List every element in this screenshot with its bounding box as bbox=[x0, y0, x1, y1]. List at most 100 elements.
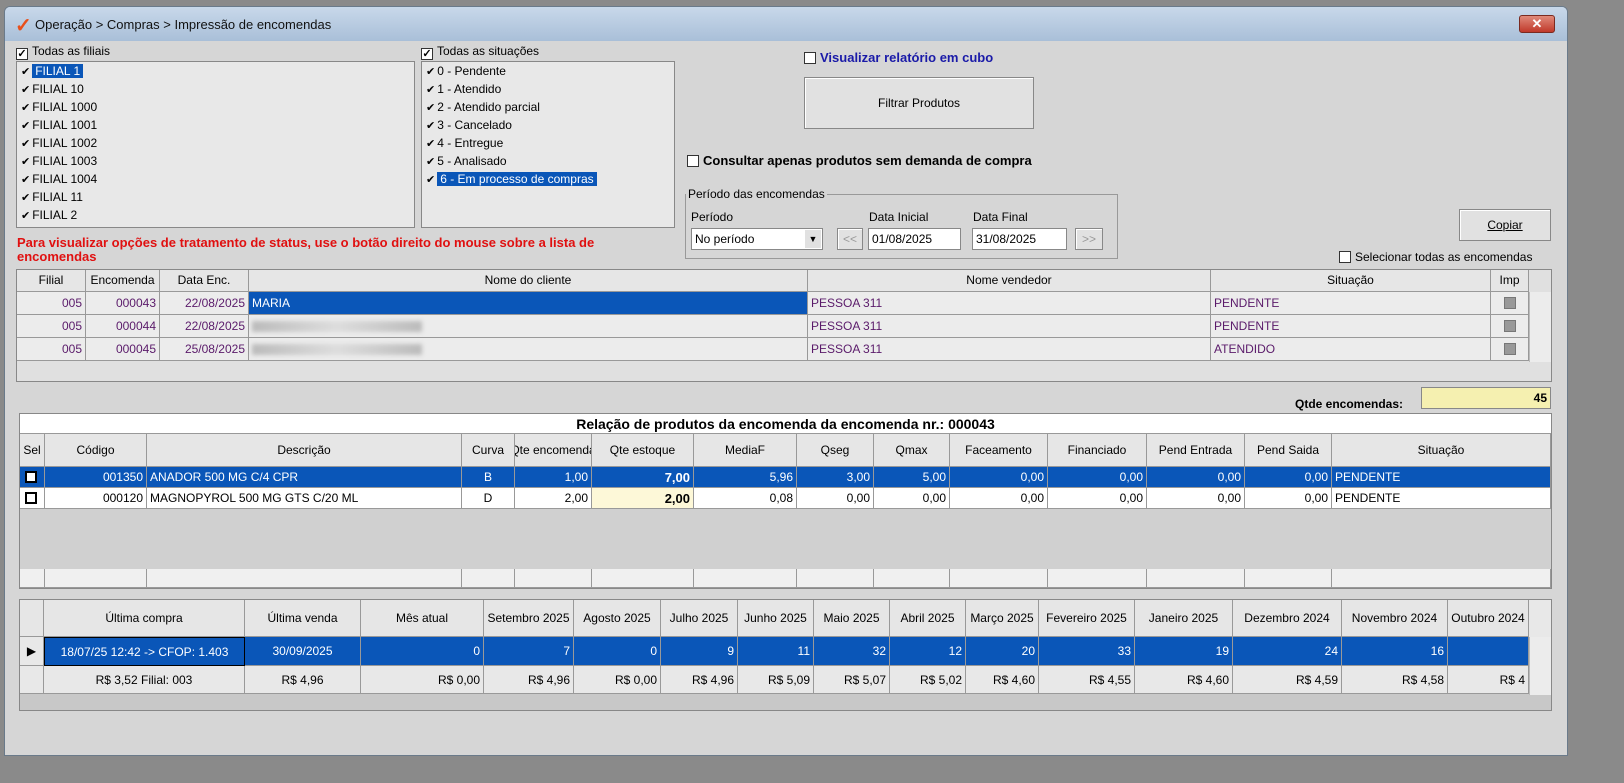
list-item[interactable]: ✔ FILIAL 1002 bbox=[17, 134, 414, 152]
cell: 0 bbox=[361, 637, 484, 666]
empty-cell bbox=[1245, 569, 1332, 588]
empty-cell bbox=[874, 569, 950, 588]
cell: PENDENTE bbox=[1211, 292, 1491, 315]
cell: R$ 5,07 bbox=[814, 666, 890, 695]
all-situacoes-checkbox[interactable]: ✓ Todas as situações bbox=[421, 44, 539, 60]
list-item[interactable]: ✔ 1 - Atendido bbox=[422, 80, 674, 98]
prev-button[interactable]: << bbox=[837, 228, 863, 250]
column-header: Setembro 2025 bbox=[484, 600, 574, 637]
sem-demanda-checkbox[interactable]: Consultar apenas produtos sem demanda de… bbox=[687, 153, 1032, 168]
cell: 5,96 bbox=[694, 467, 797, 488]
list-item[interactable]: ✔ FILIAL 1 bbox=[17, 62, 414, 80]
checkbox-icon: ✔ bbox=[21, 156, 31, 168]
selecionar-todas-checkbox[interactable]: Selecionar todas as encomendas bbox=[1339, 250, 1532, 264]
situacoes-list[interactable]: ✔ 0 - Pendente ✔ 1 - Atendido ✔ 2 - Atendido … bbox=[421, 61, 675, 228]
close-button[interactable]: ✕ bbox=[1519, 15, 1555, 33]
next-button[interactable]: >> bbox=[1075, 228, 1103, 250]
checkbox-icon: ✓ bbox=[421, 48, 433, 60]
copiar-button[interactable]: Copiar bbox=[1459, 209, 1551, 241]
list-item[interactable]: ✔ FILIAL 1003 bbox=[17, 152, 414, 170]
empty-cell bbox=[592, 569, 694, 588]
row-pointer-icon: ▶ bbox=[20, 637, 44, 666]
list-item[interactable]: ✔ FILIAL 11 bbox=[17, 188, 414, 206]
data-inicial-input[interactable] bbox=[868, 228, 961, 250]
list-item[interactable]: ✔ FILIAL 1001 bbox=[17, 116, 414, 134]
row-checkbox[interactable] bbox=[25, 471, 37, 483]
cell: R$ 4,96 bbox=[484, 666, 574, 695]
column-header: Data Enc. bbox=[160, 270, 249, 292]
list-item[interactable]: ✔ 3 - Cancelado bbox=[422, 116, 674, 134]
periodo-select[interactable]: No período ▼ bbox=[691, 228, 823, 250]
window-title: Operação > Compras > Impressão de encome… bbox=[35, 17, 332, 32]
horizontal-scrollbar[interactable] bbox=[20, 693, 1551, 710]
list-item[interactable]: ✔ 0 - Pendente bbox=[422, 62, 674, 80]
cell: 25/08/2025 bbox=[160, 338, 249, 361]
empty-cell bbox=[45, 569, 147, 588]
cell: PESSOA 311 bbox=[808, 338, 1211, 361]
orders-grid[interactable]: Filial Encomenda Data Enc. Nome do cliente N… bbox=[16, 269, 1552, 382]
window: ✓ Operação > Compras > Impressão de enco… bbox=[4, 6, 1568, 756]
column-header: Pend Entrada bbox=[1147, 434, 1245, 467]
table-row[interactable]: 005 000043 22/08/2025 MARIA PESSOA 311 PENDEN… bbox=[17, 292, 1551, 315]
label: Todas as filiais bbox=[32, 44, 111, 58]
list-item[interactable]: ✔ FILIAL 1000 bbox=[17, 98, 414, 116]
cell: 7,00 bbox=[592, 467, 694, 488]
imp-checkbox[interactable] bbox=[1503, 297, 1516, 309]
table-row[interactable]: 001350 ANADOR 500 MG C/4 CPR B 1,00 7,00 5,96… bbox=[20, 467, 1551, 488]
checkbox-icon: ✔ bbox=[426, 174, 436, 186]
list-item[interactable]: ✔ 2 - Atendido parcial bbox=[422, 98, 674, 116]
list-item-label: FILIAL 1000 bbox=[32, 100, 98, 114]
row-checkbox[interactable] bbox=[25, 492, 37, 504]
imp-cell bbox=[1491, 338, 1529, 361]
checkbox-icon: ✔ bbox=[426, 138, 436, 150]
redacted-name bbox=[252, 343, 422, 355]
cubo-checkbox[interactable]: Visualizar relatório em cubo bbox=[804, 50, 993, 65]
cell: MARIA bbox=[249, 292, 808, 315]
list-item[interactable]: ✔ FILIAL 1004 bbox=[17, 170, 414, 188]
imp-cell bbox=[1491, 292, 1529, 315]
list-item-label: FILIAL 11 bbox=[32, 190, 83, 204]
cell: R$ 4,96 bbox=[661, 666, 738, 695]
checkbox-icon bbox=[687, 155, 699, 167]
filtrar-produtos-button[interactable]: Filtrar Produtos bbox=[804, 77, 1034, 129]
vertical-scrollbar[interactable] bbox=[1529, 637, 1551, 695]
imp-checkbox[interactable] bbox=[1503, 320, 1516, 332]
table-row[interactable] bbox=[20, 569, 1551, 588]
cell: R$ 4,60 bbox=[966, 666, 1039, 695]
list-item[interactable]: ✔ 5 - Analisado bbox=[422, 152, 674, 170]
cell: R$ 4,58 bbox=[1342, 666, 1448, 695]
column-header: Situação bbox=[1211, 270, 1491, 292]
list-item[interactable]: ✔ 6 - Em processo de compras bbox=[422, 170, 674, 188]
history-grid[interactable]: Última compra Última venda Mês atual Setemb… bbox=[19, 599, 1552, 711]
filiais-list[interactable]: ✔ FILIAL 1 ✔ FILIAL 10 ✔ FILIAL 1000 ✔ FILIAL 1… bbox=[16, 61, 415, 228]
imp-checkbox[interactable] bbox=[1503, 343, 1516, 355]
column-header: Fevereiro 2025 bbox=[1039, 600, 1135, 637]
column-header: Qmax bbox=[874, 434, 950, 467]
cell: 11 bbox=[738, 637, 814, 666]
all-filiais-checkbox[interactable]: ✓ Todas as filiais bbox=[16, 44, 110, 60]
table-row[interactable]: 000120 MAGNOPYROL 500 MG GTS C/20 ML D 2,00… bbox=[20, 488, 1551, 509]
list-item-label: FILIAL 2 bbox=[32, 208, 78, 222]
list-item[interactable]: ✔ FILIAL 10 bbox=[17, 80, 414, 98]
table-row[interactable]: 005 000045 25/08/2025 PESSOA 311 ATENDIDO bbox=[17, 338, 1551, 361]
cell: 2,00 bbox=[592, 488, 694, 509]
vertical-scrollbar[interactable] bbox=[1529, 292, 1551, 362]
table-row[interactable]: ▶ 18/07/25 12:42 -> CFOP: 1.403 30/09/2025… bbox=[20, 637, 1551, 666]
title-bar: ✓ Operação > Compras > Impressão de enco… bbox=[5, 7, 1567, 41]
column-header: Dezembro 2024 bbox=[1233, 600, 1342, 637]
table-row[interactable]: R$ 3,52 Filial: 003 R$ 4,96 R$ 0,00 R$ 4,96… bbox=[20, 666, 1551, 695]
products-grid[interactable]: Relação de produtos da encomenda da enco… bbox=[19, 413, 1552, 589]
list-item[interactable]: ✔ FILIAL 2 bbox=[17, 206, 414, 224]
data-final-input[interactable] bbox=[972, 228, 1067, 250]
cell: PENDENTE bbox=[1211, 315, 1491, 338]
cell: ATENDIDO bbox=[1211, 338, 1491, 361]
cell: 22/08/2025 bbox=[160, 292, 249, 315]
table-row[interactable]: 005 000044 22/08/2025 PESSOA 311 PENDENTE bbox=[17, 315, 1551, 338]
status-hint: Para visualizar opções de tratamento de … bbox=[17, 235, 595, 264]
list-item[interactable]: ✔ 4 - Entregue bbox=[422, 134, 674, 152]
column-header: Código bbox=[45, 434, 147, 467]
cell: 0,00 bbox=[1147, 467, 1245, 488]
column-header: Nome do cliente bbox=[249, 270, 808, 292]
cell bbox=[249, 338, 808, 361]
checkbox-icon: ✔ bbox=[426, 102, 436, 114]
